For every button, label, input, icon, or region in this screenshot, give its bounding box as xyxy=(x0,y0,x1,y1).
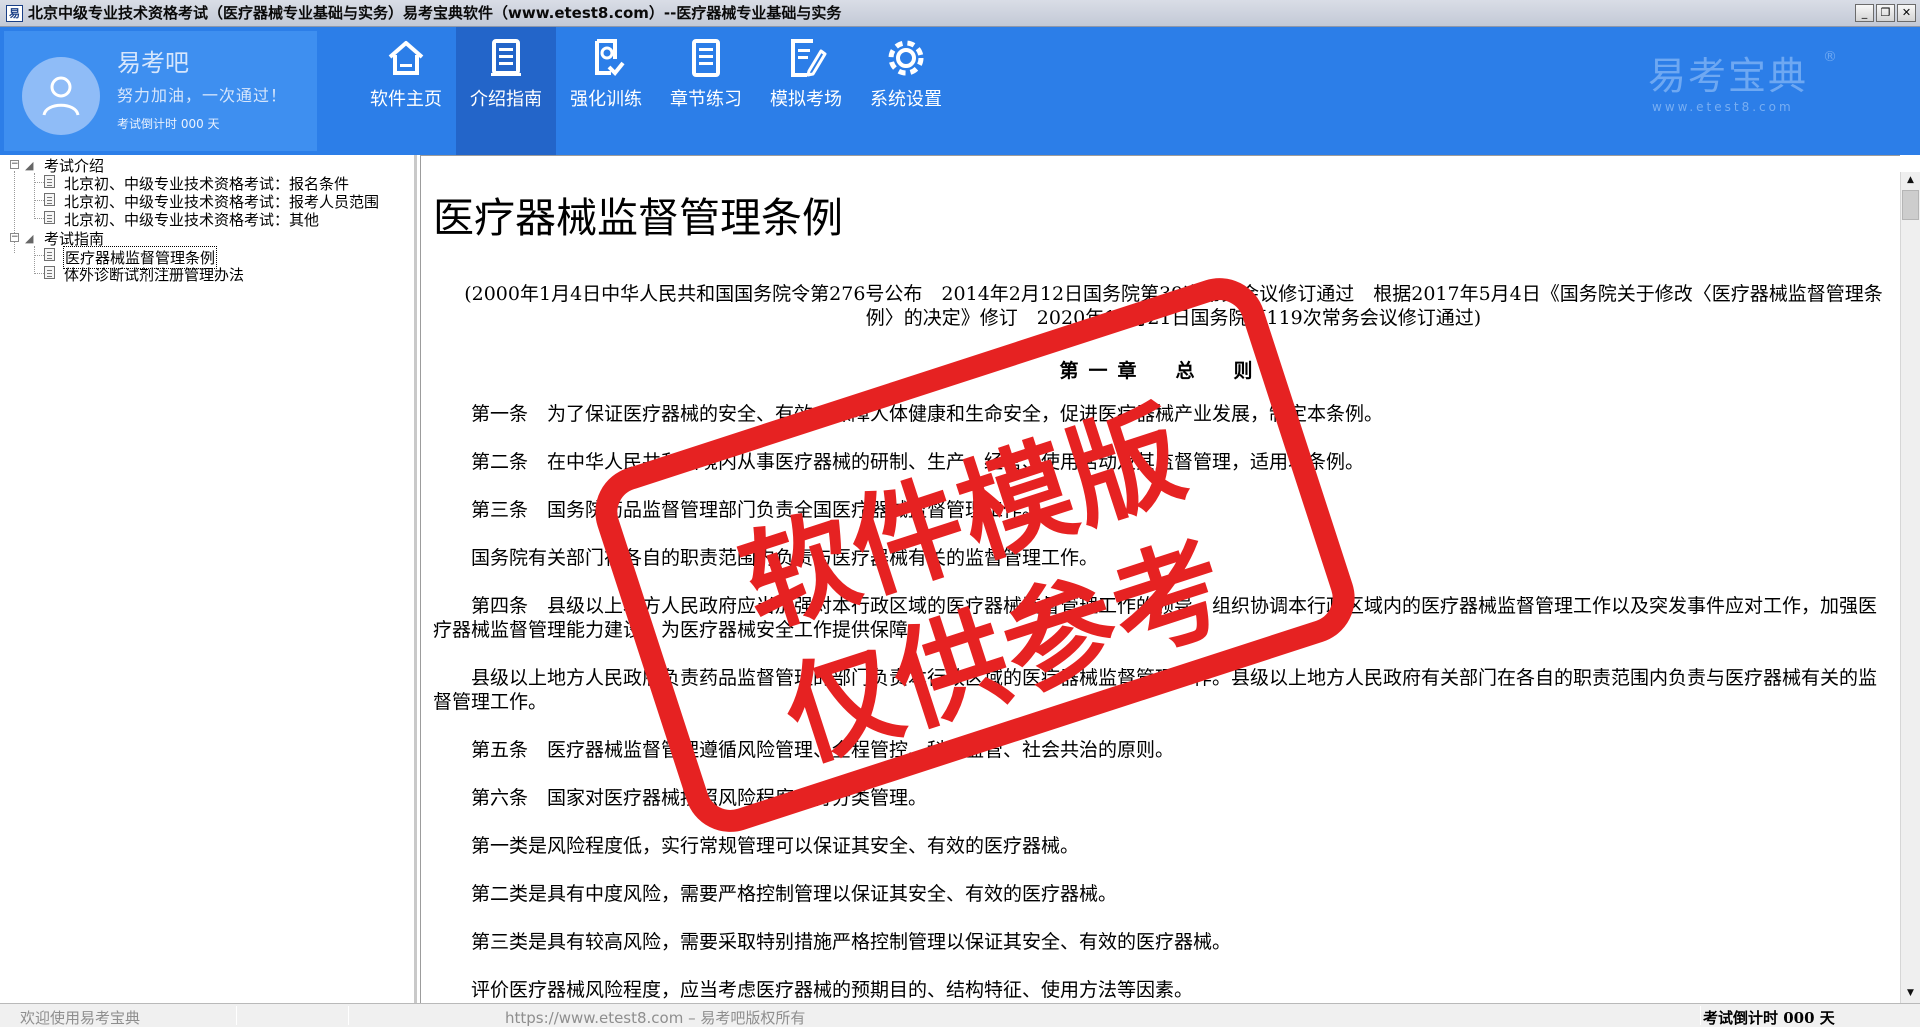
list-icon xyxy=(692,39,720,77)
home-icon xyxy=(388,41,424,75)
status-separator xyxy=(236,1006,237,1025)
document-view[interactable]: 医疗器械监督管理条例 (2000年1月4日中华人民共和国国务院令第276号公布 … xyxy=(420,155,1900,1003)
user-icon xyxy=(42,76,80,116)
tree-connector xyxy=(34,182,44,183)
avatar[interactable] xyxy=(22,57,100,135)
paragraph: 评价医疗器械风险程度，应当考虑医疗器械的预期目的、结构特征、使用方法等因素。 xyxy=(471,979,1194,1001)
nav-training[interactable]: 强化训练 xyxy=(556,27,656,155)
window-titlebar[interactable]: 易 北京中级专业技术资格考试（医疗器械专业基础与实务）易考宝典软件（www.et… xyxy=(0,0,1920,27)
paragraph: 第一类是风险程度低，实行常规管理可以保证其安全、有效的医疗器械。 xyxy=(471,835,1080,857)
paragraph: 县级以上地方人民政府负责药品监督管理的部门负责本行政区域的医疗器械监督管理工作。… xyxy=(433,667,1878,713)
document-icon xyxy=(44,175,55,188)
minimize-button[interactable]: _ xyxy=(1855,4,1874,22)
status-welcome: 欢迎使用易考宝典 xyxy=(20,1009,141,1027)
nav-settings[interactable]: 系统设置 xyxy=(856,27,956,155)
nav-chapter-label: 章节练习 xyxy=(670,89,742,110)
user-slogan: 努力加油，一次通过！ xyxy=(117,86,288,105)
navigation-tree[interactable]: − ◢ 考试介绍 北京初、中级专业技术资格考试：报名条件 北京初、中级专业技术资… xyxy=(0,155,417,1003)
tree-connector xyxy=(34,200,44,201)
tree-connector xyxy=(34,246,35,274)
status-separator xyxy=(1700,1006,1701,1025)
chapter-heading: 第一章 总 则 xyxy=(1059,360,1263,382)
paragraph: 第五条 医疗器械监督管理遵循风险管理、全程管控、科学监管、社会共治的原则。 xyxy=(471,739,1175,761)
tree-connector xyxy=(34,173,35,219)
tree-connector xyxy=(34,218,44,219)
paragraph: 第一条 为了保证医疗器械的安全、有效，保障人体健康和生命安全，促进医疗器械产业发… xyxy=(471,403,1384,425)
scroll-down-arrow-icon[interactable]: ▼ xyxy=(1901,985,1920,1002)
paragraph: 第三类是具有较高风险，需要采取特别措施严格控制管理以保证其安全、有效的医疗器械。 xyxy=(471,931,1232,953)
nav-mock-exam[interactable]: 模拟考场 xyxy=(756,27,856,155)
status-countdown: 考试倒计时 000 天 xyxy=(1703,1009,1835,1027)
app-header: 易考吧 努力加油，一次通过！ 考试倒计时 000 天 软件主页 介绍指南 强化训… xyxy=(0,27,1920,155)
nav-guide-label: 介绍指南 xyxy=(470,89,542,110)
document-icon xyxy=(44,193,55,206)
scroll-up-arrow-icon[interactable]: ▲ xyxy=(1901,172,1920,189)
paragraph: 第二条 在中华人民共和国境内从事医疗器械的研制、生产、经营、使用活动及其监督管理… xyxy=(471,451,1365,473)
paragraph: 第二类是具有中度风险，需要严格控制管理以保证其安全、有效的医疗器械。 xyxy=(471,883,1118,905)
scroll-thumb[interactable] xyxy=(1902,190,1919,220)
document-icon xyxy=(44,248,55,261)
status-separator xyxy=(348,1006,349,1025)
nav-home-label: 软件主页 xyxy=(370,89,442,110)
paragraph: 第六条 国家对医疗器械按照风险程度实行分类管理。 xyxy=(471,787,928,809)
paragraph: 第三条 国务院药品监督管理部门负责全国医疗器械监督管理工作。 xyxy=(471,499,1042,521)
user-name: 易考吧 xyxy=(117,49,189,77)
status-copyright: https://www.etest8.com – 易考吧版权所有 xyxy=(505,1009,806,1027)
logo-url: www.etest8.com xyxy=(1652,100,1794,114)
nav-mock-exam-label: 模拟考场 xyxy=(770,89,842,110)
tree-collapse-toggle[interactable]: − xyxy=(10,233,19,242)
nav-chapter[interactable]: 章节练习 xyxy=(656,27,756,155)
nav-guide[interactable]: 介绍指南 xyxy=(456,27,556,155)
tree-item[interactable]: 北京初、中级专业技术资格考试：其他 xyxy=(64,209,319,230)
status-bar: 欢迎使用易考宝典 https://www.etest8.com – 易考吧版权所… xyxy=(0,1003,1920,1027)
maximize-button[interactable]: ❐ xyxy=(1876,4,1895,22)
paragraph: 国务院有关部门在各自的职责范围内负责与医疗器械有关的监督管理工作。 xyxy=(471,547,1099,569)
folder-icon: ◢ xyxy=(25,159,34,172)
document-title: 医疗器械监督管理条例 xyxy=(433,194,843,242)
paragraph: 第四条 县级以上地方人民政府应当加强对本行政区域的医疗器械监督管理工作的领导，组… xyxy=(433,595,1878,641)
exercise-icon xyxy=(595,39,625,76)
tree-connector xyxy=(34,255,44,256)
folder-icon: ◢ xyxy=(25,232,34,245)
exam-edit-icon xyxy=(791,39,827,77)
nav-settings-label: 系统设置 xyxy=(870,89,942,110)
tree-item[interactable]: 体外诊断试剂注册管理办法 xyxy=(64,264,244,285)
document-subtitle: (2000年1月4日中华人民共和国国务院令第276号公布 2014年2月12日国… xyxy=(464,283,1883,329)
tree-connector xyxy=(34,273,44,274)
app-icon: 易 xyxy=(6,5,23,22)
close-button[interactable]: ✕ xyxy=(1897,4,1916,22)
gear-icon xyxy=(888,40,924,76)
window-title: 北京中级专业技术资格考试（医疗器械专业基础与实务）易考宝典软件（www.etes… xyxy=(28,4,842,22)
nav-home[interactable]: 软件主页 xyxy=(356,27,456,155)
vertical-scrollbar[interactable]: ▲ ▼ xyxy=(1900,172,1920,1003)
exam-countdown: 考试倒计时 000 天 xyxy=(117,117,220,131)
document-icon xyxy=(44,211,55,224)
user-panel: 易考吧 努力加油，一次通过！ 考试倒计时 000 天 xyxy=(4,31,317,151)
tree-collapse-toggle[interactable]: − xyxy=(10,160,19,169)
logo-text: 易考宝典 xyxy=(1648,54,1809,98)
document-icon xyxy=(44,266,55,279)
logo-registered-mark: ® xyxy=(1823,49,1837,65)
document-icon xyxy=(491,39,521,76)
nav-training-label: 强化训练 xyxy=(570,89,642,110)
brand-logo: 易考宝典 ® www.etest8.com xyxy=(1648,45,1838,115)
